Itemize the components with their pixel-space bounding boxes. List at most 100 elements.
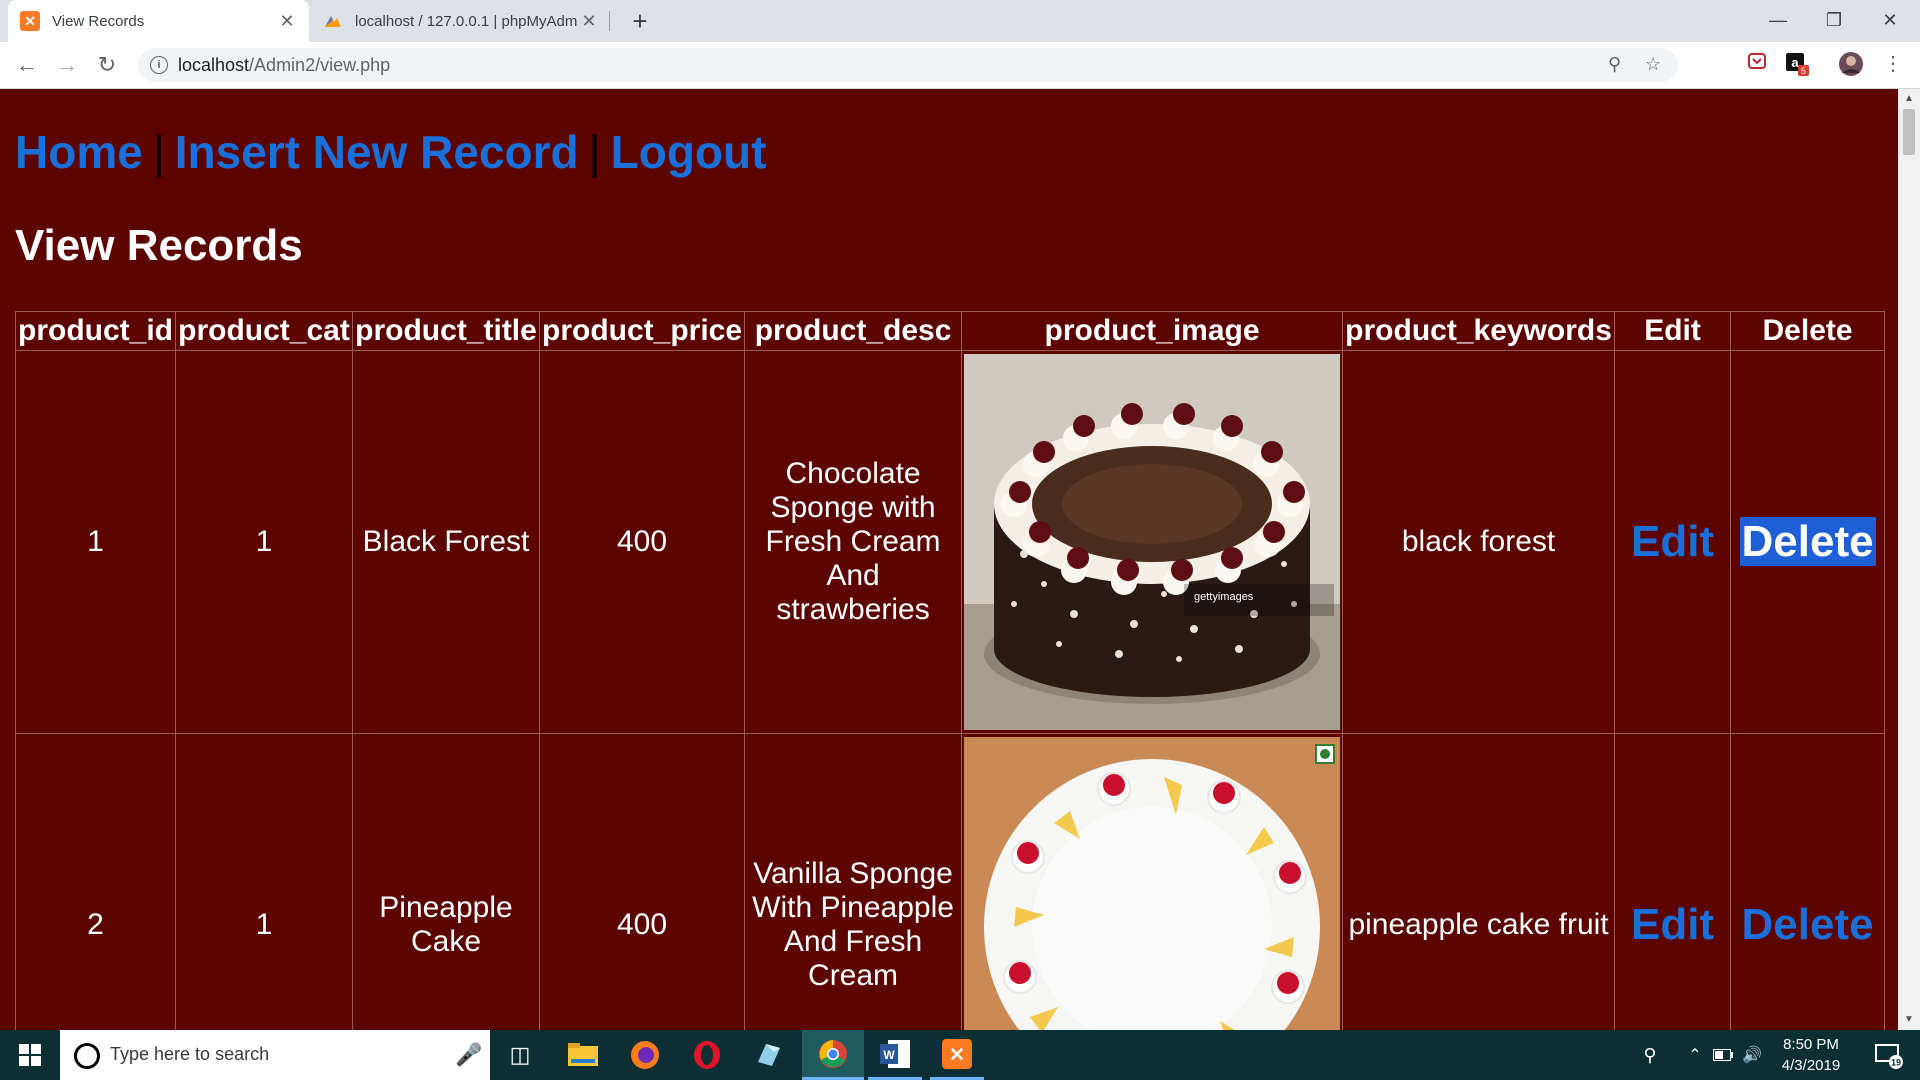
cell-product-id: 1 [15, 350, 176, 734]
cell-product-title: Pineapple Cake [352, 733, 540, 1030]
cell-product-id: 2 [15, 733, 176, 1030]
page-title: View Records [15, 221, 303, 270]
new-tab-icon[interactable]: + [624, 5, 656, 37]
cell-product-cat: 1 [175, 733, 353, 1030]
cell-product-image [961, 733, 1344, 1030]
pineapple-cake-image [964, 737, 1341, 1030]
svg-text:W: W [883, 1048, 895, 1062]
col-header: product_desc [744, 311, 963, 351]
maximize-icon[interactable]: ❐ [1806, 0, 1862, 42]
close-window-icon[interactable]: ✕ [1862, 0, 1918, 42]
tab-view-records[interactable]: ✕ View Records ✕ [8, 0, 309, 42]
table-row: 1 1 Black Forest 400 Chocolate Sponge wi… [15, 350, 1886, 734]
cell-edit: Edit [1614, 733, 1732, 1030]
table-row: 2 1 Pineapple Cake 400 Vanilla Sponge Wi… [15, 733, 1886, 1030]
menu-dots-icon[interactable]: ⋮ [1880, 51, 1906, 77]
cell-product-image: gettyimages [961, 350, 1344, 734]
image-watermark: gettyimages [1194, 591, 1254, 603]
app-icon[interactable] [744, 1030, 794, 1080]
microphone-icon[interactable]: 🎤 [455, 1042, 482, 1068]
svg-text:✕: ✕ [949, 1045, 965, 1066]
taskbar-search-box[interactable]: Type here to search 🎤 [60, 1030, 490, 1080]
edit-link[interactable]: Edit [1631, 900, 1714, 949]
cell-delete: Delete [1730, 733, 1886, 1030]
scroll-down-icon[interactable]: ▼ [1898, 1014, 1920, 1025]
cell-product-title: Black Forest [352, 350, 540, 734]
page-content: Home | Insert New Record | Logout View Recor… [0, 89, 1898, 1030]
col-header: Delete [1730, 311, 1886, 351]
extension-badge: 5 [1801, 66, 1806, 76]
edit-link[interactable]: Edit [1631, 517, 1714, 566]
info-icon[interactable]: i [150, 56, 168, 74]
clock-time: 8:50 PM [1783, 1036, 1839, 1053]
notifications-icon[interactable]: 19 [1864, 1030, 1914, 1080]
reload-icon[interactable]: ↻ [92, 50, 122, 80]
tab-title: localhost / 127.0.0.1 | phpMyAdm [355, 12, 578, 30]
home-link[interactable]: Home [15, 126, 143, 178]
system-clock[interactable]: 8:50 PM 4/3/2019 [1768, 1034, 1854, 1076]
nav-separator: | [152, 126, 165, 178]
address-bar[interactable]: i localhost/Admin2/view.php ⚲ ☆ [138, 48, 1678, 82]
cell-edit: Edit [1614, 350, 1732, 734]
page-scrollbar[interactable]: ▲ ▼ [1898, 89, 1920, 1030]
cell-product-keywords: pineapple cake fruit [1342, 733, 1616, 1030]
col-header: Edit [1614, 311, 1732, 351]
address-url: localhost/Admin2/view.php [178, 55, 391, 75]
browser-toolbar: ← → ↻ i localhost/Admin2/view.php ⚲ ☆ a5… [0, 42, 1920, 89]
cell-product-keywords: black forest [1342, 350, 1616, 734]
records-table: product_id product_cat product_title pro… [15, 311, 1886, 1030]
chrome-icon[interactable] [802, 1030, 864, 1080]
task-view-icon[interactable]: ◫ [495, 1030, 545, 1080]
word-icon[interactable]: W [868, 1030, 922, 1080]
col-header: product_price [538, 311, 746, 351]
windows-start-icon[interactable] [0, 1030, 60, 1080]
opera-icon[interactable] [682, 1030, 732, 1080]
col-header: product_image [961, 311, 1344, 351]
search-placeholder: Type here to search [110, 1044, 270, 1064]
bookmark-star-icon[interactable]: ☆ [1645, 54, 1661, 75]
delete-link[interactable]: Delete [1742, 900, 1874, 949]
scroll-up-icon[interactable]: ▲ [1898, 93, 1920, 104]
col-header: product_keywords [1342, 311, 1616, 351]
cell-product-price: 400 [538, 733, 746, 1030]
pocket-extension-icon[interactable] [1744, 51, 1770, 77]
top-nav: Home | Insert New Record | Logout [15, 125, 766, 179]
col-header: product_cat [175, 311, 353, 351]
tab-title: View Records [52, 12, 145, 30]
people-icon[interactable]: ⚲ [1632, 1030, 1668, 1080]
file-explorer-icon[interactable] [558, 1030, 608, 1080]
black-forest-cake-image: gettyimages [964, 354, 1341, 730]
notification-count: 19 [1891, 1058, 1901, 1068]
xampp-favicon-icon: ✕ [20, 11, 40, 31]
cell-product-price: 400 [538, 350, 746, 734]
zoom-icon[interactable]: ⚲ [1608, 54, 1621, 75]
col-header: product_id [15, 311, 176, 351]
tab-separator [609, 11, 610, 31]
close-tab-icon[interactable]: ✕ [277, 11, 297, 32]
battery-icon[interactable] [1710, 1030, 1736, 1080]
logout-link[interactable]: Logout [611, 126, 767, 178]
minimize-icon[interactable]: — [1750, 0, 1806, 42]
svg-text:✕: ✕ [24, 13, 36, 29]
col-header: product_title [352, 311, 540, 351]
browser-tab-bar: ✕ View Records ✕ localhost / 127.0.0.1 |… [0, 0, 1920, 42]
profile-avatar-icon[interactable] [1838, 51, 1864, 77]
phpmyadmin-favicon-icon [325, 16, 341, 27]
xampp-icon[interactable]: ✕ [930, 1030, 984, 1080]
amazon-extension-icon[interactable]: a5 [1784, 51, 1810, 77]
forward-icon[interactable]: → [52, 50, 82, 80]
cell-product-desc: Vanilla Sponge With Pineapple And Fresh … [744, 733, 963, 1030]
firefox-icon[interactable] [620, 1030, 670, 1080]
clock-date: 4/3/2019 [1781, 1057, 1841, 1074]
tab-phpmyadmin[interactable]: localhost / 127.0.0.1 | phpMyAdm ✕ [311, 0, 611, 42]
windows-taskbar: Type here to search 🎤 ◫ W ✕ ⚲ ⌃ 🔊 8:50 P… [0, 1030, 1920, 1080]
cortana-icon [74, 1043, 100, 1069]
back-icon[interactable]: ← [12, 50, 42, 80]
delete-link[interactable]: Delete [1739, 517, 1876, 566]
scroll-thumb[interactable] [1903, 109, 1915, 155]
close-tab-icon[interactable]: ✕ [579, 11, 599, 32]
insert-new-record-link[interactable]: Insert New Record [175, 126, 579, 178]
show-hidden-icons-chevron-icon[interactable]: ⌃ [1682, 1030, 1708, 1080]
volume-icon[interactable]: 🔊 [1738, 1030, 1766, 1080]
cell-delete: Delete [1730, 350, 1886, 734]
